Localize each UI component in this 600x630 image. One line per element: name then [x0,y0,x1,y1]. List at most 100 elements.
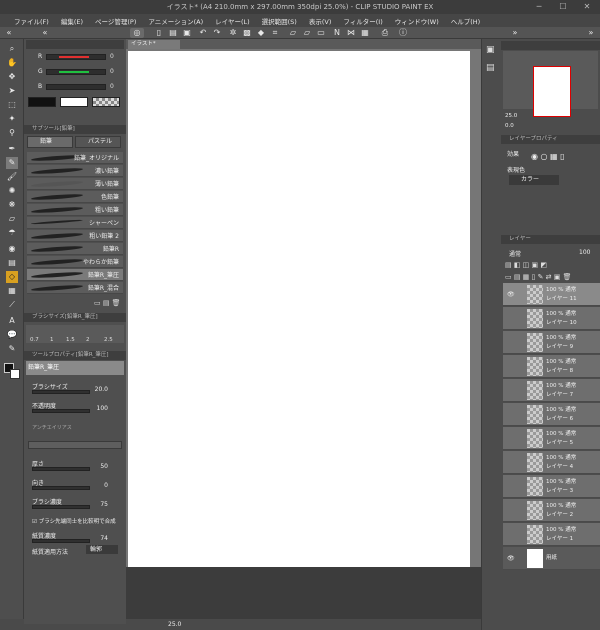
figure-tool-icon[interactable]: ◇ [6,271,18,283]
snap-icon[interactable]: ⋈ [346,28,356,38]
brush-item[interactable]: シャーペン [27,217,123,229]
clear-outside-icon[interactable]: ▩ [242,28,252,38]
frame-tool-icon[interactable]: ▦ [6,285,18,297]
clip-studio-icon[interactable]: ◎ [130,28,144,38]
brush-item[interactable]: 鉛筆R [27,243,123,255]
text-tool-icon[interactable]: A [6,315,18,327]
brush-shape-row[interactable] [28,441,122,449]
antialias-row[interactable]: アンチエイリアス [28,421,122,435]
sub-color-swatch[interactable] [10,369,20,379]
operation-tool-icon[interactable]: ➤ [6,85,18,97]
hand-tool-icon[interactable]: ✋ [6,57,18,69]
layer-row[interactable]: 100 % 通常 レイヤー 7 [503,379,600,402]
save-icon[interactable]: ▣ [182,28,192,38]
paper-density-row[interactable]: 紙質濃度 74 [28,531,122,545]
transparent-color-box[interactable] [92,97,120,107]
clear-icon[interactable]: ✲ [228,28,238,38]
selection-icon[interactable]: ▭ [316,28,326,38]
layer-row[interactable]: 100 % 通常 レイヤー 6 [503,403,600,426]
eraser-tool-icon[interactable]: ▱ [6,213,18,225]
menu-view[interactable]: 表示(V) [303,16,338,26]
open-file-icon[interactable]: ▤ [168,28,178,38]
pen-tool-icon[interactable]: ✒ [6,143,18,155]
brush-item[interactable]: やわらか鉛筆 [27,256,123,268]
layer-row[interactable]: 👁 100 % 通常 レイヤー 11 [503,283,600,306]
menu-animation[interactable]: アニメーション(A) [142,16,209,26]
color-r-slider[interactable] [46,54,106,60]
combine-checkbox[interactable]: ☑ ブラシ先端同士を比較明で合成 [32,517,116,525]
airbrush-tool-icon[interactable]: ✺ [6,185,18,197]
paper-method-select[interactable]: 輪郭 [86,545,118,554]
move-tool-icon[interactable]: ✥ [6,71,18,83]
collapse-right-icon[interactable]: » [510,28,520,38]
brush-item[interactable]: 鉛筆_オリジナル [27,152,123,164]
color-b-slider[interactable] [46,84,106,90]
invert-selection-icon[interactable]: ▱ [302,28,312,38]
color-g-slider[interactable] [46,69,106,75]
brushsize-preset[interactable]: 2.5 [104,337,113,343]
brush-tool-icon[interactable]: 🖌 [6,171,18,183]
fill-tool-icon[interactable]: ◉ [6,243,18,255]
layer-opacity[interactable]: 100 [579,249,590,256]
snap-ruler-icon[interactable]: N [332,28,342,38]
menu-help[interactable]: ヘルプ(H) [445,16,486,26]
zoom-tool-icon[interactable]: ⌕ [6,43,18,55]
material-toggle-icon[interactable]: ▤ [486,63,495,73]
menu-window[interactable]: ウィンドウ(W) [389,16,445,26]
layer-row[interactable]: 100 % 通常 レイヤー 3 [503,475,600,498]
tab-pencil[interactable]: 鉛筆 [27,136,73,148]
pencil-tool-icon[interactable]: ✎ [6,157,18,169]
layer-row[interactable]: 100 % 通常 レイヤー 1 [503,523,600,546]
layer-row[interactable]: 100 % 通常 レイヤー 9 [503,331,600,354]
brush-item[interactable]: 色鉛筆 [27,191,123,203]
layer-tool-icons[interactable]: ▤ ◧ ◫ ▣ ◩ [505,261,547,269]
menu-filter[interactable]: フィルター(I) [337,16,388,26]
brush-density-row[interactable]: ブラシ濃度 75 [28,497,122,511]
brushsize-preset[interactable]: 1.5 [66,337,75,343]
main-color-box[interactable] [28,97,56,107]
brushsize-preset[interactable]: 1 [50,337,54,343]
new-file-icon[interactable]: ▯ [154,28,164,38]
select-tool-icon[interactable]: ⬚ [6,99,18,111]
print-icon[interactable]: ⎙ [380,28,390,38]
menu-page[interactable]: ページ管理(P) [89,16,142,26]
brush-item[interactable]: 粗い鉛筆 [27,204,123,216]
effect-icons[interactable]: ◉ ○ ▦ ▯ [531,152,565,161]
paper-layer-row[interactable]: 👁 用紙 [503,547,600,570]
navigator-toggle-icon[interactable]: ▣ [486,45,495,55]
zoom-value[interactable]: 25.0 [168,621,181,628]
brush-item[interactable]: 薄い鉛筆 [27,178,123,190]
sub-color-box[interactable] [60,97,88,107]
collapse-left-icon[interactable]: « [4,28,14,38]
menu-edit[interactable]: 編集(E) [55,16,89,26]
layer-row[interactable]: 100 % 通常 レイヤー 10 [503,307,600,330]
subtool-menu-icons[interactable]: ▭ ▤ 🗑 [94,299,121,307]
navigator-zoom[interactable]: 25.0 [505,113,517,119]
canvas-paper[interactable] [128,51,470,567]
brush-item[interactable]: 粗い鉛筆 2 [27,230,123,242]
fill-icon[interactable]: ◆ [256,28,266,38]
brush-item[interactable]: 鉛筆R_混合 [27,282,123,294]
auto-select-tool-icon[interactable]: ✦ [6,113,18,125]
collapse-left-icon-2[interactable]: « [40,28,50,38]
grid-icon[interactable]: ▦ [360,28,370,38]
redo-icon[interactable]: ↷ [212,28,222,38]
menu-layer[interactable]: レイヤー(L) [209,16,256,26]
close-button[interactable]: ✕ [576,0,598,14]
layer-row[interactable]: 100 % 通常 レイヤー 2 [503,499,600,522]
brush-item[interactable]: 濃い鉛筆 [27,165,123,177]
undo-icon[interactable]: ↶ [198,28,208,38]
info-icon[interactable]: ⓘ [398,28,408,38]
navigator-rotate[interactable]: 0.0 [505,123,514,129]
blend-mode-select[interactable]: 通常 [509,249,521,258]
layer-row[interactable]: 100 % 通常 レイヤー 8 [503,355,600,378]
direction-row[interactable]: 向き 0 [28,478,122,492]
tab-pastel[interactable]: パステル [75,136,121,148]
transform-icon[interactable]: ⌗ [270,28,280,38]
thickness-row[interactable]: 厚さ 50 [28,459,122,473]
layer-row[interactable]: 100 % 通常 レイヤー 5 [503,427,600,450]
deselect-icon[interactable]: ▱ [288,28,298,38]
opacity-row[interactable]: 不透明度 100 [28,401,122,415]
eyedropper-tool-icon[interactable]: ⚲ [6,127,18,139]
menu-selection[interactable]: 選択範囲(S) [256,16,303,26]
